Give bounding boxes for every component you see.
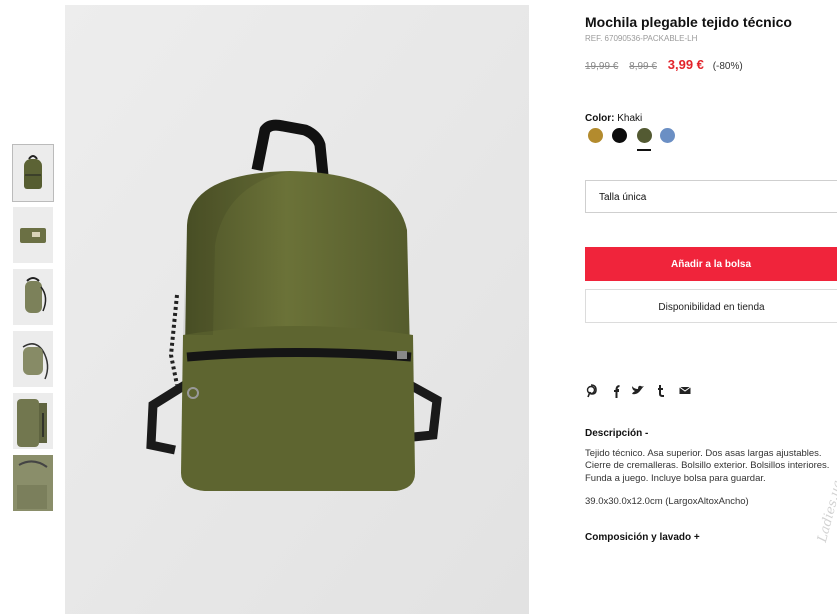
composition-toggle[interactable]: Composición y lavado + [585,532,700,543]
thumbnail-back[interactable] [13,331,53,387]
pinterest-icon[interactable] [585,384,597,401]
product-dimensions: 39.0x30.0x12.0cm (LargoxAltoxAncho) [585,496,749,507]
price-block: 19,99 € 8,99 € 3,99 € (-80%) [585,57,743,72]
swatch-blue[interactable] [660,128,675,143]
sale-price: 3,99 € [667,57,704,72]
description-line-1: Tejido técnico. Asa superior. Dos asas l… [585,448,822,459]
previous-price: 8,99 € [629,61,657,72]
thumbnail-gallery [12,144,54,517]
thumbnail-front[interactable] [12,144,54,202]
add-to-bag-button[interactable]: Añadir a la bolsa [585,247,837,281]
color-label: Color: Khaki [585,113,642,124]
watermark: Ladies.ua [815,478,837,544]
swatch-khaki[interactable] [637,128,652,143]
selected-swatch-indicator [637,149,651,151]
swatch-black[interactable] [612,128,627,143]
selected-color-name: Khaki [617,113,643,124]
email-icon[interactable] [679,384,691,398]
thumbnail-profile[interactable] [13,393,53,449]
size-selector[interactable]: Talla única [585,180,837,213]
facebook-icon[interactable] [610,384,620,401]
thumbnail-side[interactable] [13,269,53,325]
original-price: 19,99 € [585,61,619,72]
description-line-2: Cierre de cremalleras. Bolsillo exterior… [585,460,830,472]
tumblr-icon[interactable] [656,384,666,401]
description-toggle[interactable]: Descripción - [585,428,648,439]
swatch-mustard[interactable] [588,128,603,143]
discount-badge: (-80%) [712,61,743,72]
description-text: Tejido técnico. Asa superior. Dos asas l… [585,448,837,485]
product-title: Mochila plegable tejido técnico [585,14,792,30]
thumbnail-pouch[interactable] [13,207,53,263]
thumbnail-detail[interactable] [13,455,53,511]
product-main-image[interactable] [65,5,529,614]
color-label-title: Color: [585,113,615,124]
store-availability-button[interactable]: Disponibilidad en tienda [585,289,837,323]
description-line-3: Funda a juego. Incluye bolsa para guarda… [585,472,766,484]
twitter-icon[interactable] [631,384,645,399]
product-reference: REF. 67090536-PACKABLE-LH [585,34,698,43]
